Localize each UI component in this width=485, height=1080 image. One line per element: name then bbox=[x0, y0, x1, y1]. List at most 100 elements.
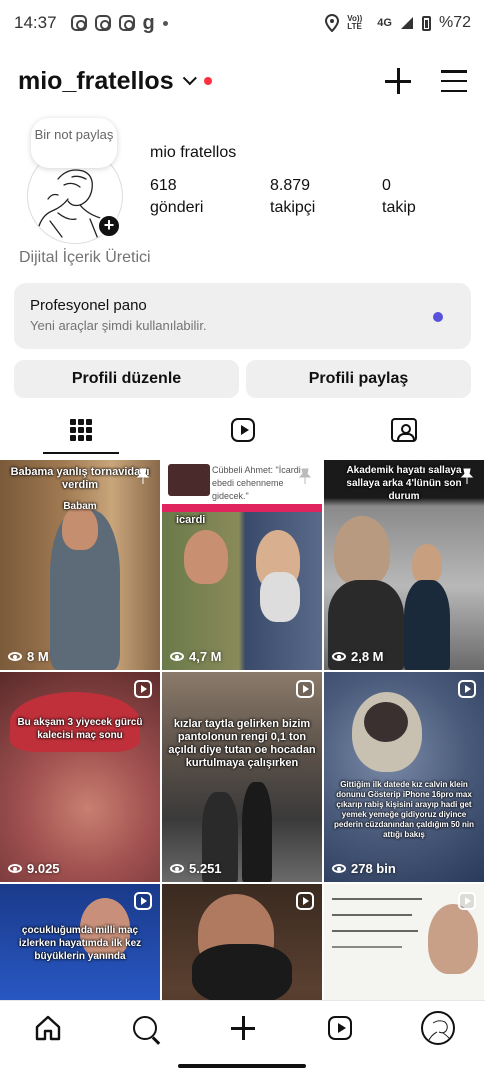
profile-tabs bbox=[0, 406, 485, 454]
post-views: 278 bin bbox=[332, 861, 396, 876]
views-icon bbox=[332, 864, 346, 873]
nav-reels[interactable] bbox=[325, 1013, 355, 1043]
instagram-icon bbox=[70, 15, 87, 31]
share-profile-button[interactable]: Profili paylaş bbox=[246, 360, 471, 398]
post-tile[interactable]: kızlar taytla gelirken bizim pantolonun … bbox=[162, 672, 322, 882]
status-right: Vo)) LTE 4G %72 bbox=[325, 14, 471, 32]
reel-badge-icon bbox=[296, 892, 314, 910]
avatar-thumb-image bbox=[427, 1020, 453, 1043]
professional-dashboard[interactable]: Profesyonel pano Yeni araçlar şimdi kull… bbox=[14, 283, 471, 349]
nav-search[interactable] bbox=[130, 1013, 160, 1043]
stat-following[interactable]: 0 takip bbox=[382, 175, 416, 219]
views-icon bbox=[8, 864, 22, 873]
menu-icon[interactable] bbox=[441, 70, 467, 92]
views-count: 9.025 bbox=[27, 861, 60, 876]
location-icon bbox=[325, 14, 340, 32]
reel-badge-icon bbox=[458, 892, 476, 910]
post-tile[interactable] bbox=[162, 884, 322, 1000]
views-icon bbox=[332, 652, 346, 661]
reel-badge-icon bbox=[458, 680, 476, 698]
add-story-icon[interactable]: + bbox=[97, 214, 121, 238]
create-icon bbox=[231, 1016, 255, 1040]
profile-avatar-section: Bir not paylaş + bbox=[27, 118, 125, 244]
post-tile[interactable]: Gittiğim ilk datede kız calvin klein don… bbox=[324, 672, 484, 882]
signal-icon bbox=[400, 17, 413, 29]
post-tile[interactable] bbox=[324, 884, 484, 1000]
reel-badge-icon bbox=[134, 892, 152, 910]
tagged-icon bbox=[390, 418, 417, 442]
post-tile[interactable]: Babama yanlış tornavidayı verdim Babam 8… bbox=[0, 460, 160, 670]
status-bar: 14:37 g Vo)) LTE 4G %72 bbox=[0, 0, 485, 46]
stat-followers-label: takipçi bbox=[270, 199, 316, 216]
stat-following-value: 0 bbox=[382, 177, 391, 194]
post-caption-sub: Babam bbox=[63, 501, 97, 512]
reels-icon bbox=[328, 1016, 352, 1040]
post-tile[interactable]: çocukluğumda milli maç izlerken hayatımd… bbox=[0, 884, 160, 1000]
post-caption: kızlar taytla gelirken bizim pantolonun … bbox=[168, 718, 316, 769]
views-icon bbox=[170, 864, 184, 873]
username-switcher[interactable]: mio_fratellos bbox=[18, 67, 174, 96]
reel-badge-icon bbox=[134, 680, 152, 698]
notification-icons: g bbox=[70, 11, 168, 35]
post-views: 8 M bbox=[8, 649, 49, 664]
g-app-icon: g bbox=[142, 11, 155, 34]
pin-icon bbox=[298, 468, 312, 484]
profile-avatar bbox=[421, 1011, 455, 1045]
search-icon bbox=[133, 1016, 157, 1040]
edit-profile-button[interactable]: Profili düzenle bbox=[14, 360, 239, 398]
tab-posts[interactable] bbox=[0, 406, 161, 454]
pro-panel-subtitle: Yeni araçlar şimdi kullanılabilir. bbox=[30, 318, 207, 333]
grid-icon bbox=[69, 419, 92, 441]
nav-profile[interactable] bbox=[420, 1010, 456, 1046]
views-count: 8 M bbox=[27, 649, 49, 664]
battery-icon bbox=[421, 15, 431, 31]
post-caption: Akademik hayatı sallaya sallaya arka 4'l… bbox=[346, 465, 462, 502]
volte-label: Vo)) LTE bbox=[347, 14, 363, 31]
views-icon bbox=[170, 652, 184, 661]
tab-tagged[interactable] bbox=[323, 406, 484, 454]
home-icon bbox=[35, 1015, 61, 1041]
post-views: 9.025 bbox=[8, 861, 60, 876]
pin-icon bbox=[460, 468, 474, 484]
tab-reels[interactable] bbox=[162, 406, 323, 454]
profile-category: Dijital İçerik Üretici bbox=[19, 249, 151, 266]
views-count: 278 bin bbox=[351, 861, 396, 876]
instagram-icon bbox=[118, 15, 135, 31]
create-icon[interactable] bbox=[385, 68, 411, 94]
stat-followers-value: 8.879 bbox=[270, 177, 311, 194]
stat-followers[interactable]: 8.879 takipçi bbox=[270, 175, 315, 219]
nav-home[interactable] bbox=[33, 1013, 63, 1043]
post-caption: Babama yanlış tornavidayı verdim bbox=[10, 466, 150, 491]
nav-create[interactable] bbox=[228, 1013, 258, 1043]
stat-posts[interactable]: 618 gönderi bbox=[150, 175, 203, 219]
network-type: 4G bbox=[377, 17, 392, 29]
views-icon bbox=[8, 652, 22, 661]
views-count: 5.251 bbox=[189, 861, 222, 876]
post-tile[interactable]: Bu akşam 3 yiyecek gürcü kalecisi maç so… bbox=[0, 672, 160, 882]
pro-panel-title: Profesyonel pano bbox=[30, 297, 147, 314]
instagram-icon bbox=[94, 15, 111, 31]
post-caption: Bu akşam 3 yiyecek gürcü kalecisi maç so… bbox=[17, 717, 143, 741]
chevron-down-icon[interactable] bbox=[182, 71, 197, 86]
views-count: 4,7 M bbox=[189, 649, 222, 664]
status-time: 14:37 bbox=[14, 13, 57, 32]
post-caption-sub: icardi bbox=[176, 514, 206, 526]
notification-dot bbox=[203, 77, 212, 85]
post-tile[interactable]: Cübbeli Ahmet: "İcardi ebedi cehenneme g… bbox=[162, 460, 322, 670]
stat-following-label: takip bbox=[382, 199, 416, 216]
post-views: 5.251 bbox=[170, 861, 222, 876]
battery-percent: %72 bbox=[438, 14, 471, 31]
new-indicator-dot bbox=[433, 312, 443, 322]
note-bubble[interactable]: Bir not paylaş bbox=[31, 118, 117, 168]
bottom-navigation bbox=[0, 1000, 485, 1056]
gesture-bar[interactable] bbox=[178, 1064, 306, 1068]
profile-header: mio_fratellos bbox=[0, 56, 485, 106]
post-tile[interactable]: Akademik hayatı sallaya sallaya arka 4'l… bbox=[324, 460, 484, 670]
stat-posts-label: gönderi bbox=[150, 199, 204, 216]
post-grid: Babama yanlış tornavidayı verdim Babam 8… bbox=[0, 460, 485, 1000]
reels-icon bbox=[230, 418, 255, 442]
active-tab-indicator bbox=[43, 452, 119, 454]
post-views: 2,8 M bbox=[332, 649, 384, 664]
stat-posts-value: 618 bbox=[150, 177, 177, 194]
post-caption: çocukluğumda milli maç izlerken hayatımd… bbox=[18, 925, 142, 962]
